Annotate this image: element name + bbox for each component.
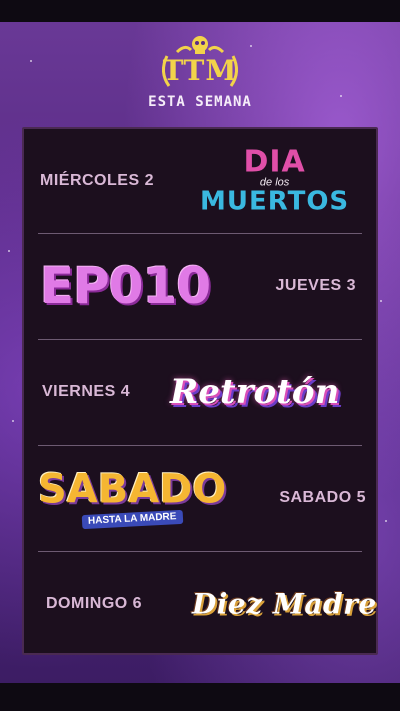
show-logo-retroton: Retrotón bbox=[170, 372, 340, 412]
schedule-row-saturday: SABADO HASTA LA MADRE SABADO 5 bbox=[24, 446, 380, 550]
day-label: VIERNES 4 bbox=[42, 383, 131, 400]
tagline: ESTA SEMANA bbox=[148, 94, 252, 110]
show-logo-dia-de-los-muertos: DIA de los MUERTOS bbox=[200, 144, 350, 217]
schedule-row-friday: VIERNES 4 Retrotón bbox=[24, 340, 380, 444]
show-logo-ep010: EP010 bbox=[40, 257, 211, 315]
logo-text: TTM bbox=[162, 54, 238, 87]
day-label: JUEVES 3 bbox=[275, 277, 356, 294]
schedule-row-thursday: EP010 JUEVES 3 bbox=[24, 234, 380, 338]
top-bar bbox=[0, 0, 400, 22]
ttm-logo: TTM ESTA SEMANA bbox=[0, 34, 400, 114]
bottom-bar bbox=[0, 683, 400, 711]
day-label: MIÉRCOLES 2 bbox=[40, 172, 154, 189]
day-label: DOMINGO 6 bbox=[46, 595, 143, 612]
schedule-row-wednesday: MIÉRCOLES 2 DIA de los MUERTOS bbox=[24, 129, 380, 233]
show-logo-sabado: SABADO HASTA LA MADRE bbox=[38, 470, 226, 530]
skull-logo-icon: TTM bbox=[155, 34, 245, 92]
show-logo-diez-madre: Diez Madre bbox=[192, 587, 377, 621]
schedule-row-sunday: DOMINGO 6 Diez Madre bbox=[24, 552, 380, 656]
day-label: SABADO 5 bbox=[279, 489, 366, 506]
schedule-panel: MIÉRCOLES 2 DIA de los MUERTOS EP010 JUE… bbox=[22, 127, 378, 655]
